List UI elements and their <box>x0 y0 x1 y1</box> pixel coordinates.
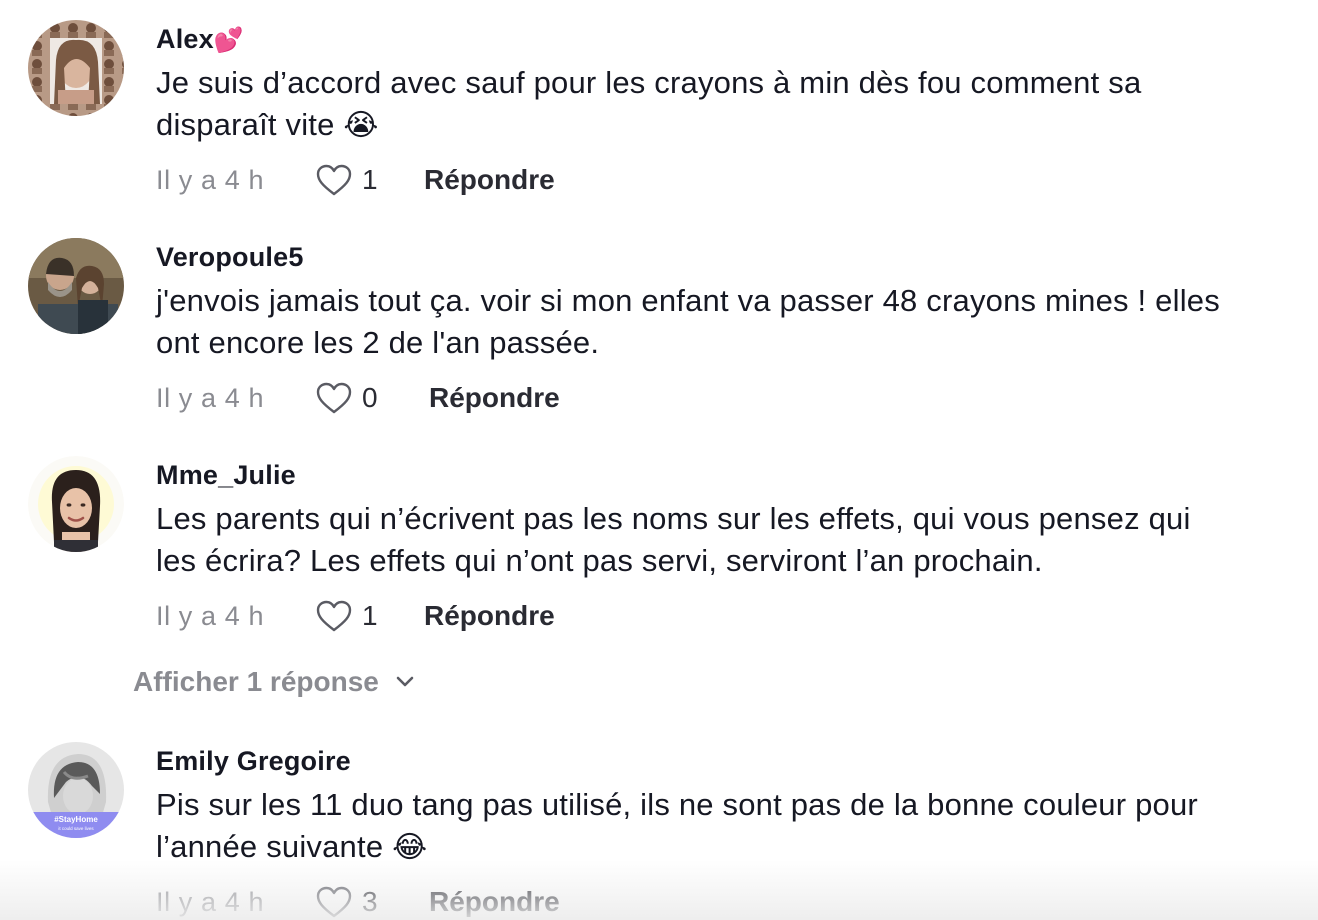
username-emoji: 💕 <box>213 26 244 54</box>
like-count: 1 <box>362 600 378 631</box>
view-replies-button[interactable]: Afficher 1 réponse <box>133 666 415 698</box>
comment-text: Je suis d’accord avec sauf pour les cray… <box>156 62 1296 147</box>
crying-emoji: 😭 <box>343 108 379 143</box>
heart-outline-icon <box>316 886 352 918</box>
avatar[interactable]: #StayHome it could save lives <box>28 742 124 838</box>
username[interactable]: Emily Gregoire <box>156 746 351 777</box>
reply-button[interactable]: Répondre <box>424 600 555 632</box>
avatar[interactable] <box>28 238 124 334</box>
comment-item: Mme_Julie Les parents qui n’écrivent pas… <box>0 436 1318 646</box>
heart-outline-icon <box>316 382 352 414</box>
comment-text-line: Je suis d’accord avec sauf pour les cray… <box>156 65 1142 100</box>
like-count: 3 <box>362 886 378 917</box>
avatar[interactable] <box>28 20 124 116</box>
like-count: 0 <box>362 382 378 413</box>
stayhome-badge-subtitle: it could save lives <box>58 826 94 831</box>
heart-outline-icon <box>316 600 352 632</box>
comment-item: Alex💕 Je suis d’accord avec sauf pour le… <box>0 0 1318 210</box>
avatar[interactable] <box>28 456 124 552</box>
like-button[interactable]: 1 <box>316 162 378 198</box>
reply-button[interactable]: Répondre <box>429 886 560 918</box>
like-button[interactable]: 1 <box>316 598 378 634</box>
username[interactable]: Mme_Julie <box>156 460 296 491</box>
reply-button[interactable]: Répondre <box>429 382 560 414</box>
comment-timestamp: Il y a 4 h <box>156 383 265 413</box>
like-button[interactable]: 0 <box>316 380 378 416</box>
username[interactable]: Veropoule5 <box>156 242 304 273</box>
comment-text-line: j'envois jamais tout ça. voir si mon enf… <box>156 283 1220 318</box>
comment-text-line: Pis sur les 11 duo tang pas utilisé, ils… <box>156 787 1198 822</box>
comment-text-line: ont encore les 2 de l'an passée. <box>156 325 600 360</box>
comment-timestamp: Il y a 4 h <box>156 601 265 631</box>
like-button[interactable]: 3 <box>316 884 378 920</box>
comment-text-line: Les parents qui n’écrivent pas les noms … <box>156 501 1191 536</box>
comment-timestamp: Il y a 4 h <box>156 165 265 195</box>
comment-item: #StayHome it could save lives Emily Greg… <box>0 722 1318 920</box>
chevron-down-icon <box>396 676 414 687</box>
reply-button[interactable]: Répondre <box>424 164 555 196</box>
comment-text: Les parents qui n’écrivent pas les noms … <box>156 498 1296 582</box>
stayhome-badge: #StayHome <box>54 815 98 824</box>
laughing-emoji: 😂 <box>392 830 428 865</box>
heart-outline-icon <box>316 164 352 196</box>
comment-text-line: disparaît vite 😭 <box>156 107 379 143</box>
comment-item: Veropoule5 j'envois jamais tout ça. voir… <box>0 218 1318 428</box>
comment-text-line: les écrira? Les effets qui n’ont pas ser… <box>156 543 1043 578</box>
like-count: 1 <box>362 164 378 195</box>
comment-text-line: l’année suivante 😂 <box>156 829 428 865</box>
username[interactable]: Alex💕 <box>156 24 244 55</box>
comment-text: j'envois jamais tout ça. voir si mon enf… <box>156 280 1296 364</box>
comment-text: Pis sur les 11 duo tang pas utilisé, ils… <box>156 784 1296 869</box>
comment-timestamp: Il y a 4 h <box>156 887 265 917</box>
